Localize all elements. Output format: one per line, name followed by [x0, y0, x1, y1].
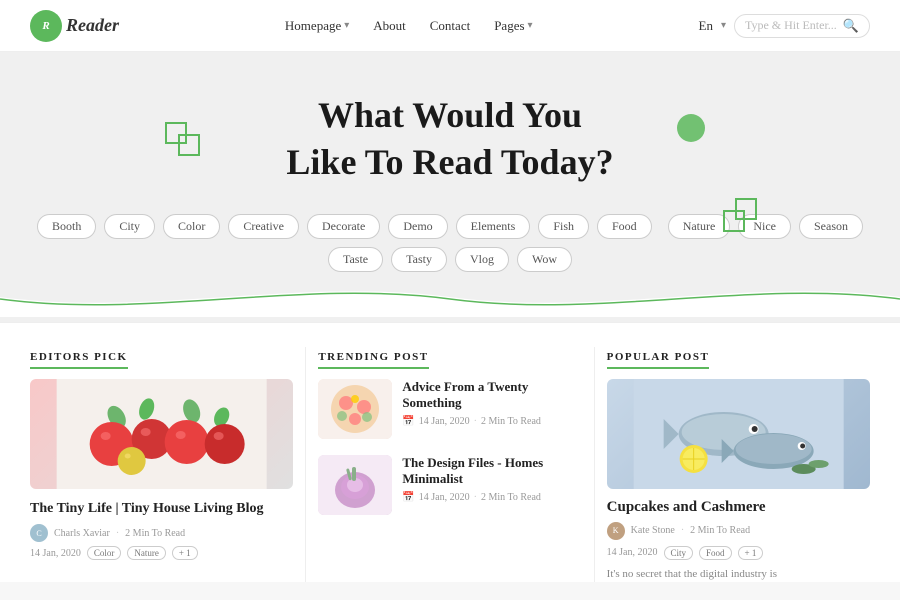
- trending-title-1[interactable]: Advice From a Twenty Something: [402, 379, 581, 413]
- chevron-icon: ▾: [528, 20, 533, 31]
- navbar: R Reader Homepage ▾ About Contact Pages …: [0, 0, 900, 52]
- popular-post-image: [607, 379, 870, 489]
- trending-image-1: [318, 379, 392, 439]
- logo-text: Reader: [66, 15, 119, 36]
- popular-food-badge[interactable]: Food: [699, 546, 732, 560]
- tag-wow[interactable]: Wow: [517, 247, 572, 272]
- search-icon[interactable]: 🔍: [843, 18, 859, 34]
- tag-city[interactable]: City: [104, 214, 155, 239]
- tag-decorate[interactable]: Decorate: [307, 214, 380, 239]
- tag-taste[interactable]: Taste: [328, 247, 383, 272]
- deco-box-6: [735, 198, 757, 220]
- language-selector[interactable]: En: [699, 18, 713, 34]
- tag-food[interactable]: Food: [597, 214, 652, 239]
- popular-post-section: POPULAR POST: [595, 347, 870, 583]
- trending-image-2: [318, 455, 392, 515]
- popular-post-author-meta: K Kate Stone · 2 Min To Read: [607, 522, 870, 540]
- nav-links: Homepage ▾ About Contact Pages ▾: [285, 18, 533, 34]
- trending-item-2: The Design Files - Homes Minimalist 📅 14…: [318, 455, 581, 515]
- post-date: 14 Jan, 2020: [30, 548, 81, 559]
- editors-pick-section: EDITORS PICK: [30, 347, 305, 583]
- editors-pick-image: [30, 379, 293, 489]
- search-placeholder: Type & Hit Enter...: [745, 18, 837, 33]
- tag-booth[interactable]: Booth: [37, 214, 96, 239]
- tag-color[interactable]: Color: [163, 214, 220, 239]
- deco-ball: [677, 114, 705, 142]
- trending-item-1: Advice From a Twenty Something 📅 14 Jan,…: [318, 379, 581, 439]
- popular-date: 14 Jan, 2020: [607, 547, 658, 558]
- hero-heading: What Would You Like To Read Today?: [20, 92, 880, 186]
- search-box[interactable]: Type & Hit Enter... 🔍: [734, 14, 870, 38]
- popular-read-time: 2 Min To Read: [690, 525, 750, 536]
- tag-season[interactable]: Season: [799, 214, 863, 239]
- trending-post-section: TRENDING POST Advice From a Twenty Somet…: [306, 347, 593, 583]
- logo[interactable]: R Reader: [30, 10, 119, 42]
- editors-pick-title: EDITORS PICK: [30, 351, 128, 369]
- trending-title-2[interactable]: The Design Files - Homes Minimalist: [402, 455, 581, 489]
- content-row: EDITORS PICK: [0, 322, 900, 583]
- trending-post-title: TRENDING POST: [318, 351, 428, 369]
- trending-info-2: The Design Files - Homes Minimalist 📅 14…: [402, 455, 581, 504]
- tag-creative[interactable]: Creative: [228, 214, 299, 239]
- tag-fish[interactable]: Fish: [538, 214, 589, 239]
- popular-post-tags: 14 Jan, 2020 City Food + 1: [607, 546, 870, 560]
- popular-author-name: Kate Stone: [631, 525, 675, 536]
- tag-demo[interactable]: Demo: [388, 214, 447, 239]
- nav-pages[interactable]: Pages ▾: [494, 18, 532, 34]
- logo-icon: R: [30, 10, 62, 42]
- color-badge[interactable]: Color: [87, 546, 122, 560]
- editors-pick-card-title[interactable]: The Tiny Life | Tiny House Living Blog: [30, 499, 293, 519]
- popular-author-avatar: K: [607, 522, 625, 540]
- tag-vlog[interactable]: Vlog: [455, 247, 509, 272]
- lang-chevron-icon: ▾: [721, 20, 726, 31]
- trending-meta-1: 📅 14 Jan, 2020 · 2 Min To Read: [402, 416, 581, 427]
- author-name: Charls Xaviar: [54, 528, 110, 539]
- tag-nature[interactable]: Nature: [668, 214, 731, 239]
- nav-about[interactable]: About: [373, 18, 406, 34]
- nav-homepage[interactable]: Homepage ▾: [285, 18, 349, 34]
- nav-contact[interactable]: Contact: [430, 18, 470, 34]
- more-badge[interactable]: + 1: [172, 546, 198, 560]
- trending-meta-2: 📅 14 Jan, 2020 · 2 Min To Read: [402, 492, 581, 503]
- chevron-icon: ▾: [344, 20, 349, 31]
- read-time: 2 Min To Read: [125, 528, 185, 539]
- editors-pick-meta: C Charls Xaviar · 2 Min To Read: [30, 524, 293, 542]
- deco-box-2: [178, 134, 200, 156]
- popular-post-description: It's no secret that the digital industry…: [607, 566, 870, 583]
- trending-cal-icon: 📅: [402, 416, 414, 427]
- editors-pick-tags: 14 Jan, 2020 Color Nature + 1: [30, 546, 293, 560]
- hero-wave: [0, 277, 900, 322]
- nature-badge[interactable]: Nature: [127, 546, 166, 560]
- trending-cal-icon-2: 📅: [402, 492, 414, 503]
- hero-section: What Would You Like To Read Today? Booth…: [0, 52, 900, 322]
- popular-city-badge[interactable]: City: [664, 546, 694, 560]
- nav-right: En ▾ Type & Hit Enter... 🔍: [699, 14, 870, 38]
- popular-post-card-title[interactable]: Cupcakes and Cashmere: [607, 499, 870, 516]
- popular-more-badge[interactable]: + 1: [738, 546, 764, 560]
- popular-post-title: POPULAR POST: [607, 351, 710, 369]
- tag-elements[interactable]: Elements: [456, 214, 531, 239]
- trending-info-1: Advice From a Twenty Something 📅 14 Jan,…: [402, 379, 581, 428]
- author-avatar: C: [30, 524, 48, 542]
- tag-tasty[interactable]: Tasty: [391, 247, 447, 272]
- tag-list: Booth City Color Creative Decorate Demo …: [20, 214, 880, 272]
